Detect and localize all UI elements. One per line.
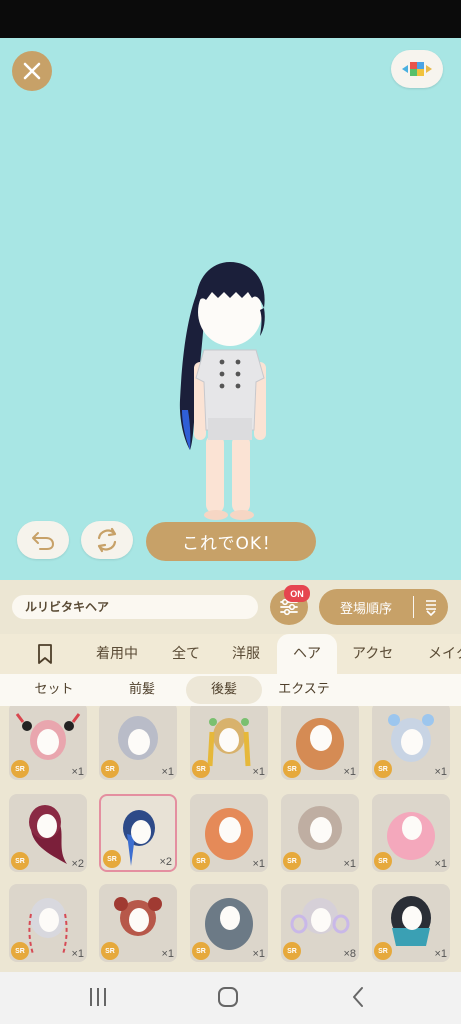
status-bar	[0, 0, 461, 38]
rarity-badge: SR	[283, 852, 301, 870]
palette-icon	[402, 62, 432, 76]
rarity-badge: SR	[374, 760, 392, 778]
hair-item-card[interactable]: SR ×1	[190, 706, 268, 780]
item-count: ×1	[343, 766, 356, 778]
hair-item-card[interactable]: SR ×1	[372, 794, 450, 872]
rarity-badge: SR	[103, 850, 121, 868]
bookmark-icon	[38, 644, 52, 664]
tab-bookmark[interactable]	[36, 634, 66, 674]
item-count: ×1	[252, 766, 265, 778]
sort-label: 登場順序	[339, 601, 392, 617]
rarity-badge: SR	[101, 760, 119, 778]
tab-all[interactable]: 全て	[172, 634, 200, 674]
rarity-badge: SR	[101, 942, 119, 960]
item-count: ×1	[434, 858, 447, 870]
hair-item-card[interactable]: SR ×2	[9, 794, 87, 872]
hair-item-card[interactable]: SR ×1	[9, 884, 87, 962]
rarity-badge: SR	[374, 942, 392, 960]
close-icon	[23, 62, 41, 80]
confirm-ok-button[interactable]: これでOK！	[146, 522, 316, 561]
subtab-extension[interactable]: エクステ	[270, 676, 338, 704]
sort-divider	[413, 596, 414, 618]
rotate-button[interactable]	[81, 521, 133, 559]
item-count: ×1	[161, 948, 174, 960]
item-name-field: ルリビタキヘア	[12, 595, 258, 619]
rarity-badge: SR	[283, 942, 301, 960]
rarity-badge: SR	[11, 852, 29, 870]
rarity-badge: SR	[192, 942, 210, 960]
hair-item-card[interactable]: SR ×1	[190, 884, 268, 962]
close-button[interactable]	[12, 51, 52, 91]
nav-back-button[interactable]	[338, 982, 378, 1012]
hair-item-card[interactable]: SR ×1	[99, 706, 177, 780]
item-count: ×2	[159, 856, 172, 868]
item-count: ×1	[252, 858, 265, 870]
nav-recent-button[interactable]	[78, 982, 118, 1012]
rarity-badge: SR	[11, 942, 29, 960]
item-count: ×8	[343, 948, 356, 960]
tab-clothes[interactable]: 洋服	[232, 634, 260, 674]
rarity-badge: SR	[192, 852, 210, 870]
item-count: ×1	[343, 858, 356, 870]
undo-icon	[32, 532, 54, 550]
item-count: ×1	[252, 948, 265, 960]
palette-button[interactable]	[391, 50, 443, 88]
item-count: ×1	[434, 766, 447, 778]
hair-item-card[interactable]: SR ×8	[281, 884, 359, 962]
item-count: ×1	[71, 766, 84, 778]
item-grid: SR ×1 SR ×1 SR ×1 SR ×1 SR ×1 SR ×2 SR ×…	[0, 706, 461, 972]
hair-item-card[interactable]: SR ×1	[99, 884, 177, 962]
nav-recent-icon	[90, 988, 106, 1006]
rotate-icon	[97, 527, 117, 553]
nav-back-icon	[353, 987, 363, 1007]
hair-item-card-selected[interactable]: SR ×2	[99, 794, 177, 872]
rarity-badge: SR	[11, 760, 29, 778]
subtab-front-hair[interactable]: 前髪	[112, 676, 172, 704]
undo-button[interactable]	[17, 521, 69, 559]
subtab-set[interactable]: セット	[24, 676, 84, 704]
sort-icon[interactable]	[414, 598, 448, 616]
hair-item-card[interactable]: SR ×1	[9, 706, 87, 780]
subtab-back-hair[interactable]: 後髪	[186, 676, 262, 704]
rarity-badge: SR	[283, 760, 301, 778]
tab-accessory[interactable]: アクセ	[352, 634, 393, 674]
item-count: ×2	[71, 858, 84, 870]
hair-item-card[interactable]: SR ×1	[190, 794, 268, 872]
rarity-badge: SR	[374, 852, 392, 870]
nav-home-icon	[218, 987, 238, 1007]
hair-item-card[interactable]: SR ×1	[281, 794, 359, 872]
tab-makeup[interactable]: メイク	[428, 634, 461, 674]
item-count: ×1	[71, 948, 84, 960]
filter-on-badge: ON	[284, 585, 310, 602]
hair-item-card[interactable]: SR ×1	[372, 884, 450, 962]
item-count: ×1	[434, 948, 447, 960]
rarity-badge: SR	[192, 760, 210, 778]
sort-order-button[interactable]: 登場順序	[319, 589, 448, 625]
hair-item-card[interactable]: SR ×1	[281, 706, 359, 780]
item-count: ×1	[161, 766, 174, 778]
tab-hair[interactable]: ヘア	[277, 634, 337, 674]
avatar-figure	[179, 262, 266, 520]
tab-wearing[interactable]: 着用中	[96, 634, 138, 674]
hair-item-card[interactable]: SR ×1	[372, 706, 450, 780]
nav-home-button[interactable]	[208, 982, 248, 1012]
